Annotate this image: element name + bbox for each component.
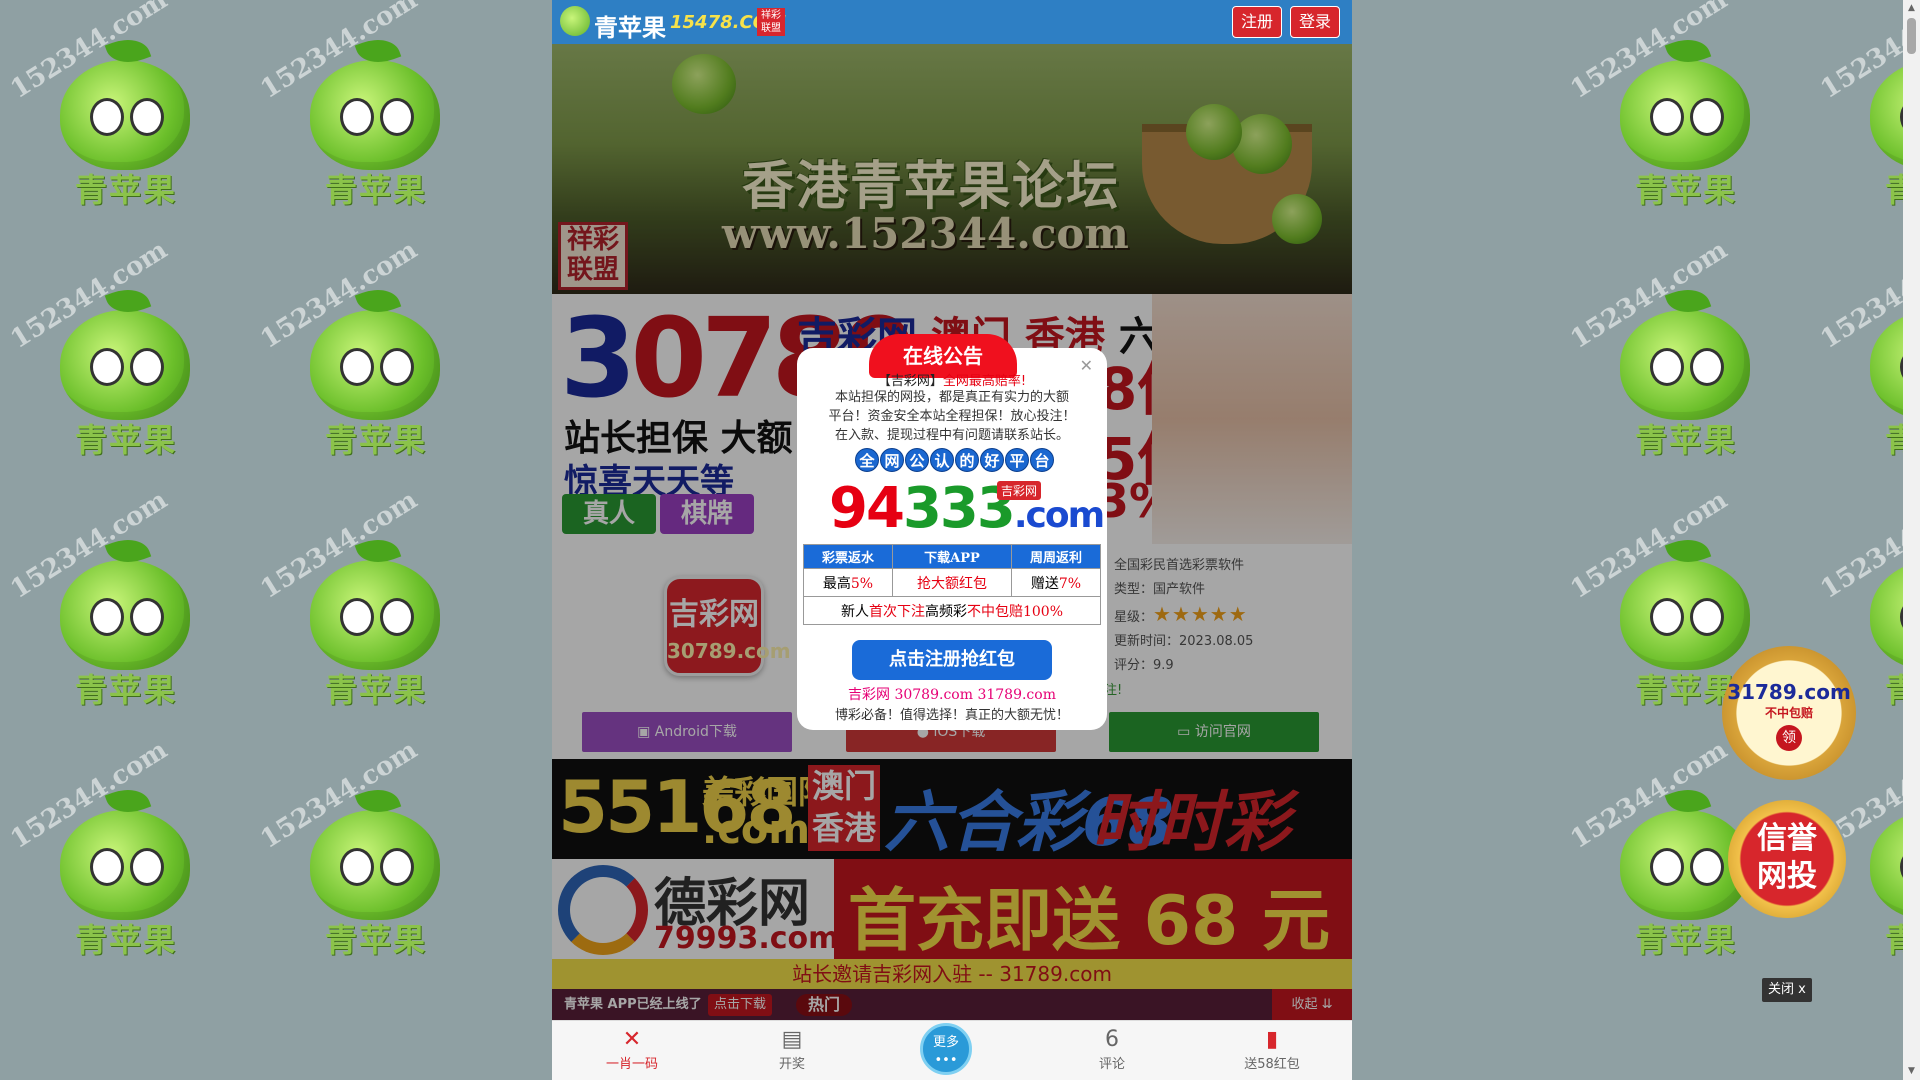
watermark-tile: 152344.com青苹果 — [250, 235, 500, 500]
scrollbar[interactable]: ▲ ▼ — [1903, 0, 1920, 1080]
logo-badge: 祥彩联盟 — [757, 8, 785, 36]
red-envelope-icon: ▮ — [1265, 1027, 1279, 1052]
watermark-tile: 152344.com青苹果 — [250, 485, 500, 750]
grid-icon: ✕ — [622, 1027, 642, 1052]
apple-mascot-icon — [60, 560, 190, 670]
table-cell: 最高5% — [803, 568, 893, 597]
watermark-brand: 青苹果 — [75, 921, 178, 959]
table-cell: 赠送7% — [1011, 568, 1101, 597]
modal-promo-table: 彩票返水 下载APP 周周返利 最高5% 抢大额红包 赠送7% 新人首次下注高频… — [803, 544, 1101, 625]
scroll-down-arrow-icon[interactable]: ▼ — [1903, 1063, 1920, 1080]
watermark-brand: 青苹果 — [325, 671, 428, 709]
watermark-brand: 青苹果 — [325, 421, 428, 459]
watermark-brand: 青苹果 — [1635, 421, 1738, 459]
comment-count-icon: 6 — [1105, 1027, 1119, 1052]
floating-close-button[interactable]: 关闭 x — [1762, 978, 1812, 1002]
tab-red-envelope[interactable]: ▮ 送58红包 — [1222, 1027, 1322, 1072]
tab-more-button[interactable]: 更多 ••• — [920, 1023, 972, 1075]
claim-icon: 领 — [1776, 725, 1802, 751]
table-cell: 新人首次下注高频彩不中包赔100% — [803, 596, 1101, 625]
modal-intro: 【吉彩网】全网最高赔率! — [877, 374, 1027, 389]
watermark-brand: 青苹果 — [1635, 921, 1738, 959]
watermark-tile: 152344.com青苹果 — [0, 0, 250, 250]
apple-mascot-icon — [310, 810, 440, 920]
modal-tag: 吉彩网 — [997, 481, 1042, 500]
modal-domain-big: 94333.com — [829, 476, 1105, 541]
scroll-thumb[interactable] — [1907, 18, 1916, 54]
floating-medal-ad[interactable]: 31789.com 不中包赔 领 — [1722, 646, 1856, 780]
announcement-modal: 在线公告 ✕ 【吉彩网】全网最高赔率! 本站担保的网投，都是真正有实力的大额 平… — [797, 334, 1107, 730]
watermark-tile: 152344.com青苹果 — [0, 485, 250, 750]
watermark-brand: 青苹果 — [325, 921, 428, 959]
watermark-brand: 青苹果 — [75, 171, 178, 209]
bottom-tab-bar: ✕ 一肖一码 ▤ 开奖 更多 ••• 6 评论 ▮ 送58红包 — [552, 1020, 1352, 1080]
tab-draw[interactable]: ▤ 开奖 — [742, 1027, 842, 1072]
table-cell: 抢大额红包 — [891, 568, 1013, 597]
dots-icon: ••• — [934, 1053, 958, 1068]
apple-mascot-icon — [310, 560, 440, 670]
modal-body: 本站担保的网投，都是真正有实力的大额 平台！资金安全本站全程担保！放心投注！ 在… — [828, 390, 1076, 443]
apple-mascot-icon — [310, 310, 440, 420]
apple-logo-icon — [560, 6, 590, 36]
table-header: 周周返利 — [1011, 544, 1101, 569]
modal-domains: 吉彩网 30789.com 31789.com — [848, 687, 1056, 703]
apple-mascot-icon — [310, 60, 440, 170]
watermark-tile: 152344.com青苹果 — [0, 235, 250, 500]
table-header: 彩票返水 — [803, 544, 893, 569]
modal-footer: 博彩必备！值得选择！真正的大额无忧！ — [834, 708, 1069, 723]
platform-badges: 全网公认的好平台 — [855, 448, 1054, 474]
apple-mascot-icon — [60, 310, 190, 420]
apple-mascot-icon — [60, 60, 190, 170]
watermark-tile: 152344.com青苹果 — [0, 735, 250, 1000]
floating-trust-ad[interactable]: 信誉 网投 — [1728, 800, 1846, 918]
clipboard-icon: ▤ — [781, 1027, 803, 1052]
watermark-tile: 152344.com青苹果 — [1560, 235, 1810, 500]
apple-mascot-icon — [1620, 310, 1750, 420]
watermark-brand: 青苹果 — [1635, 171, 1738, 209]
apple-mascot-icon — [1620, 60, 1750, 170]
register-red-envelope-button[interactable]: 点击注册抢红包 — [852, 640, 1052, 680]
top-header: 青苹果 15478.COM 祥彩联盟 注册 登录 — [552, 0, 1352, 44]
tab-comments[interactable]: 6 评论 — [1062, 1027, 1162, 1072]
login-button[interactable]: 登录 — [1290, 6, 1340, 38]
site-logo-text: 青苹果 — [594, 13, 666, 42]
tab-yixiaoyima[interactable]: ✕ 一肖一码 — [582, 1027, 682, 1072]
watermark-tile: 152344.com青苹果 — [250, 0, 500, 250]
watermark-brand: 青苹果 — [325, 171, 428, 209]
watermark-tile: 152344.com青苹果 — [250, 735, 500, 1000]
scroll-up-arrow-icon[interactable]: ▲ — [1903, 0, 1920, 17]
watermark-brand: 青苹果 — [75, 671, 178, 709]
register-button[interactable]: 注册 — [1232, 6, 1282, 38]
apple-mascot-icon — [60, 810, 190, 920]
apple-mascot-icon — [1620, 560, 1750, 670]
watermark-tile: 152344.com青苹果 — [1560, 0, 1810, 250]
watermark-brand: 青苹果 — [75, 421, 178, 459]
table-header: 下载APP — [891, 544, 1013, 569]
